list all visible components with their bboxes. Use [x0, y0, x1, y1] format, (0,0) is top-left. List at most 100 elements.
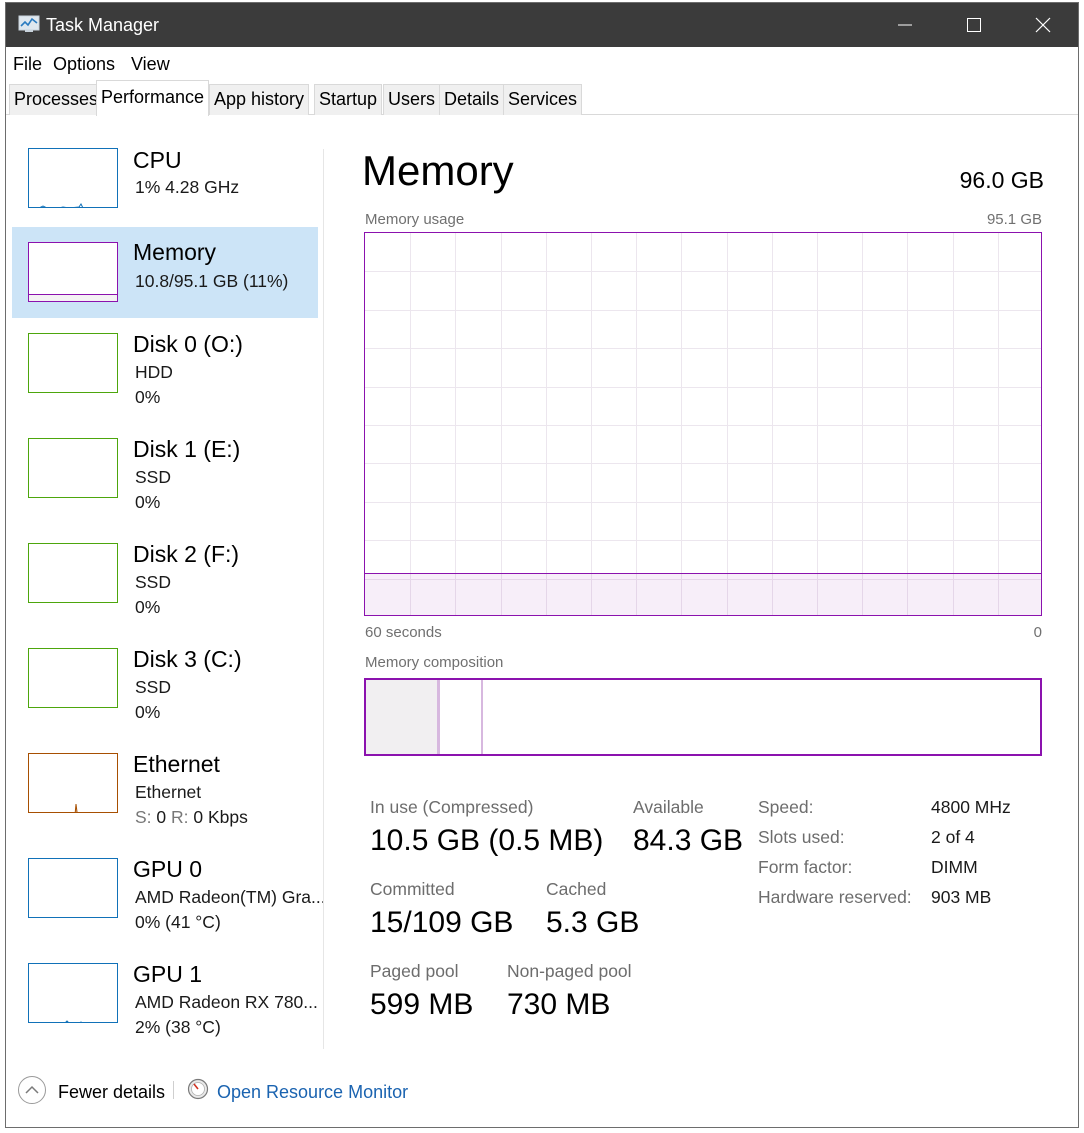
non-paged-pool-value: 730 MB [507, 988, 611, 1021]
sidebar-disk2-type: SSD [135, 572, 171, 592]
form-factor-label: Form factor: [758, 857, 853, 877]
ethernet-thumbnail-graph [74, 803, 78, 812]
cpu-thumbnail-graph [39, 203, 84, 207]
tab-bar: Processes Performance App history Startu… [6, 79, 1078, 116]
disk0-thumbnail [28, 333, 118, 393]
available-label: Available [633, 797, 704, 817]
menu-file[interactable]: File [13, 54, 42, 75]
title-bar[interactable]: Task Manager [6, 3, 1078, 47]
sidebar-item-gpu1[interactable]: GPU 1 AMD Radeon RX 780... 2% (38 °C) [12, 955, 318, 1046]
close-button[interactable] [1008, 3, 1078, 47]
memory-usage-max: 95.1 GB [986, 211, 1042, 228]
footer: Fewer details Open Resource Monitor [6, 1071, 1078, 1115]
performance-sidebar: CPU 1% 4.28 GHz Memory 10.8/95.1 GB (11%… [12, 141, 326, 1053]
committed-value: 15/109 GB [370, 906, 514, 939]
sidebar-disk2-usage: 0% [135, 597, 161, 617]
sidebar-item-disk0[interactable]: Disk 0 (O:) HDD 0% [12, 325, 318, 416]
sidebar-disk0-type: HDD [135, 362, 173, 382]
gpu1-thumbnail-graph [65, 1020, 83, 1022]
sidebar-disk2-title: Disk 2 (F:) [133, 541, 240, 567]
menu-view[interactable]: View [131, 54, 170, 75]
minimize-button[interactable] [870, 3, 940, 47]
maximize-button[interactable] [939, 3, 1009, 47]
sidebar-item-ethernet[interactable]: Ethernet Ethernet S: 0 R: 0 Kbps [12, 745, 318, 836]
sidebar-item-disk1[interactable]: Disk 1 (E:) SSD 0% [12, 430, 318, 521]
footer-divider [173, 1081, 174, 1099]
sidebar-gpu0-usage: 0% (41 °C) [135, 912, 221, 932]
open-resource-monitor-link[interactable]: Open Resource Monitor [217, 1082, 408, 1103]
sidebar-ethernet-name: Ethernet [135, 782, 202, 802]
tab-processes[interactable]: Processes [9, 84, 104, 115]
memory-usage-grid [365, 233, 1041, 615]
sidebar-disk1-usage: 0% [135, 492, 161, 512]
graph-time-axis-left: 60 seconds [365, 624, 442, 641]
tab-performance[interactable]: Performance [96, 80, 210, 116]
sidebar-cpu-usage: 1% 4.28 GHz [135, 177, 240, 197]
sidebar-memory-usage: 10.8/95.1 GB (11%) [135, 271, 289, 291]
sidebar-ethernet-title: Ethernet [133, 751, 220, 777]
sidebar-item-cpu[interactable]: CPU 1% 4.28 GHz [12, 141, 318, 232]
memory-composition-label: Memory composition [365, 654, 504, 671]
memory-usage-fill [365, 573, 1041, 615]
sidebar-disk0-title: Disk 0 (O:) [133, 331, 243, 357]
disk1-thumbnail [28, 438, 118, 498]
slots-used-label: Slots used: [758, 827, 845, 847]
sidebar-gpu1-title: GPU 1 [133, 961, 203, 987]
sidebar-disk1-title: Disk 1 (E:) [133, 436, 241, 462]
fewer-details-link[interactable]: Fewer details [58, 1082, 165, 1103]
paged-pool-value: 599 MB [370, 988, 474, 1021]
graph-time-axis-right: 0 [1033, 624, 1042, 641]
sidebar-gpu0-name: AMD Radeon(TM) Gra... [135, 887, 326, 907]
gpu0-thumbnail [28, 858, 118, 918]
composition-standby-divider [481, 680, 483, 754]
menu-bar: File Options View [6, 47, 1078, 79]
tab-details[interactable]: Details [439, 84, 505, 115]
tab-startup[interactable]: Startup [314, 84, 383, 115]
sidebar-item-gpu0[interactable]: GPU 0 AMD Radeon(TM) Gra... 0% (41 °C) [12, 850, 326, 941]
sidebar-cpu-title: CPU [133, 147, 182, 173]
ethernet-recv-label: R: [171, 807, 189, 827]
memory-usage-label: Memory usage [365, 211, 465, 228]
sidebar-gpu1-usage: 2% (38 °C) [135, 1017, 221, 1037]
memory-thumbnail [28, 242, 118, 302]
task-manager-window: Task Manager File Options View Processes… [5, 2, 1079, 1128]
ethernet-recv-value: 0 Kbps [193, 807, 248, 827]
fewer-details-button[interactable] [18, 1076, 46, 1104]
sidebar-item-memory[interactable]: Memory 10.8/95.1 GB (11%) [12, 227, 318, 318]
gpu1-thumbnail [28, 963, 118, 1023]
memory-thumbnail-fill [29, 294, 117, 301]
memory-composition-bar [364, 678, 1042, 756]
tab-users[interactable]: Users [383, 84, 441, 115]
sidebar-disk3-title: Disk 3 (C:) [133, 646, 242, 672]
sidebar-item-disk2[interactable]: Disk 2 (F:) SSD 0% [12, 535, 318, 626]
committed-label: Committed [370, 879, 455, 899]
menu-options[interactable]: Options [53, 54, 115, 75]
tab-app-history[interactable]: App history [209, 84, 310, 115]
speed-label: Speed: [758, 797, 814, 817]
tab-services[interactable]: Services [503, 84, 583, 115]
sidebar-disk1-type: SSD [135, 467, 171, 487]
in-use-label: In use (Compressed) [370, 797, 534, 817]
resource-monitor-icon [187, 1078, 209, 1100]
in-use-value: 10.5 GB (0.5 MB) [370, 824, 604, 857]
sidebar-gpu1-name: AMD Radeon RX 780... [135, 992, 318, 1012]
hardware-reserved-label: Hardware reserved: [758, 887, 912, 907]
cached-value: 5.3 GB [546, 906, 640, 939]
sidebar-disk0-usage: 0% [135, 387, 161, 407]
non-paged-pool-label: Non-paged pool [507, 961, 632, 981]
chevron-up-icon [25, 1085, 39, 1094]
available-value: 84.3 GB [633, 824, 744, 857]
sidebar-memory-title: Memory [133, 239, 217, 265]
task-manager-icon [18, 15, 40, 32]
speed-value: 4800 MHz [931, 797, 1011, 817]
disk3-thumbnail [28, 648, 118, 708]
paged-pool-label: Paged pool [370, 961, 459, 981]
composition-in-use [366, 680, 440, 754]
form-factor-value: DIMM [931, 857, 978, 877]
cached-label: Cached [546, 879, 607, 899]
sidebar-item-disk3[interactable]: Disk 3 (C:) SSD 0% [12, 640, 318, 731]
window-title: Task Manager [46, 15, 160, 35]
sidebar-disk3-type: SSD [135, 677, 171, 697]
maximize-icon [967, 18, 981, 32]
page-title: Memory [362, 147, 514, 194]
